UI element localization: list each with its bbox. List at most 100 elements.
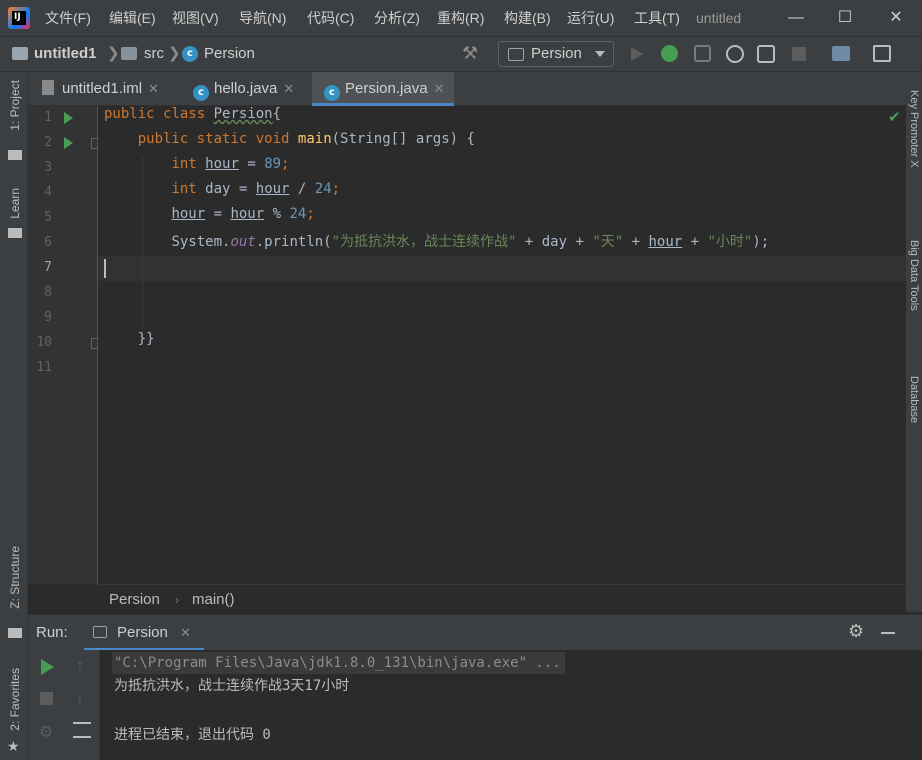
breadcrumb-class[interactable]: Persion [109, 585, 160, 615]
java-class-icon: c [182, 46, 198, 62]
menu-tools[interactable]: 工具(T) [634, 0, 680, 36]
run-config-icon [508, 48, 524, 61]
tool-window-database[interactable]: Database [908, 376, 920, 423]
run-panel-label: Run: [36, 624, 68, 641]
menu-file[interactable]: 文件(F) [45, 0, 91, 36]
menu-analyze[interactable]: 分析(Z) [374, 0, 420, 36]
breadcrumb-file[interactable]: Persion [204, 37, 255, 71]
gear-icon[interactable]: ⚙ [848, 621, 864, 642]
run-panel-toolbar: ↑ ↓ ⚙ [28, 650, 100, 760]
line-number: 8 [44, 285, 52, 300]
inspection-ok-check-icon[interactable]: ✔ [888, 108, 901, 126]
debug-bug-icon[interactable] [661, 45, 678, 62]
line-number: 4 [44, 185, 52, 200]
left-tool-stripe: 1: Project Learn Z: Structure 2: Favorit… [0, 72, 28, 760]
run-config-icon [93, 626, 107, 638]
tab-label: hello.java [214, 80, 278, 97]
stop-icon[interactable] [40, 692, 53, 705]
line-number: 2 [44, 135, 52, 150]
rerun-icon[interactable] [41, 659, 54, 675]
tab-hello-java[interactable]: c hello.java ✕ [193, 72, 300, 106]
chevron-right-icon: ❯ [168, 45, 181, 62]
run-class-gutter-icon[interactable] [64, 112, 73, 124]
intellij-logo-icon[interactable]: IJ [8, 7, 30, 29]
project-folder-icon [12, 47, 28, 60]
run-main-gutter-icon[interactable] [64, 137, 73, 149]
terminal-icon[interactable] [873, 45, 891, 62]
chevron-right-icon: › [175, 593, 179, 607]
run-icon[interactable] [631, 47, 643, 61]
tool-window-favorites[interactable]: 2: Favorites [8, 668, 22, 731]
text-caret [104, 259, 106, 278]
stop-icon[interactable] [792, 47, 806, 61]
menu-build[interactable]: 构建(B) [504, 0, 551, 36]
breadcrumb-project[interactable]: untitled1 [34, 37, 97, 71]
right-tool-stripe: Key Promoter X Big Data Tools Database [906, 72, 922, 612]
profile-icon[interactable] [726, 45, 744, 63]
tool-window-learn[interactable]: Learn [8, 188, 22, 219]
project-structure-icon[interactable] [832, 46, 850, 61]
run-tests-icon[interactable] [757, 45, 775, 63]
star-icon: ★ [7, 738, 20, 754]
line-number: 9 [44, 310, 52, 325]
line-number: 6 [44, 235, 52, 250]
breadcrumb-method[interactable]: main() [192, 585, 235, 615]
run-panel-header: Run: Persion ✕ ⚙ [28, 614, 922, 651]
menu-refactor[interactable]: 重构(R) [437, 0, 484, 36]
arrow-up-icon[interactable]: ↑ [76, 658, 84, 676]
line-number: 11 [36, 360, 52, 375]
close-tab-icon[interactable]: ✕ [283, 81, 294, 96]
window-title: untitled [696, 10, 742, 26]
line-number: 10 [36, 335, 52, 350]
editor-breadcrumbs: Persion › main() [98, 584, 906, 614]
line-number: 3 [44, 160, 52, 175]
menu-view[interactable]: 视图(V) [172, 0, 219, 36]
console-exit-line: 进程已结束，退出代码 0 [114, 727, 271, 743]
title-bar: IJ 文件(F) 编辑(E) 视图(V) 导航(N) 代码(C) 分析(Z) 重… [0, 0, 922, 36]
java-class-icon: c [193, 85, 209, 101]
menu-edit[interactable]: 编辑(E) [109, 0, 156, 36]
settings-icon[interactable]: ⚙ [39, 722, 53, 742]
line-number: 5 [44, 210, 52, 225]
tool-window-key-promoter[interactable]: Key Promoter X [908, 90, 920, 168]
close-tab-icon[interactable]: ✕ [434, 81, 445, 96]
minimize-button[interactable]: — [772, 0, 820, 36]
java-class-icon: c [324, 85, 340, 101]
soft-wrap-icon[interactable] [73, 722, 91, 738]
menu-run[interactable]: 运行(U) [567, 0, 614, 36]
tab-label: Persion.java [345, 80, 428, 97]
close-button[interactable]: ✕ [872, 0, 920, 36]
build-hammer-icon[interactable]: ⚒ [462, 43, 478, 64]
console-output[interactable]: "C:\Program Files\Java\jdk1.8.0_131\bin\… [100, 650, 922, 760]
tab-untitled1-iml[interactable]: untitled1.iml ✕ [42, 72, 165, 106]
close-tab-icon[interactable]: ✕ [148, 81, 159, 96]
folder-icon [8, 150, 22, 160]
hide-panel-icon[interactable] [881, 632, 895, 634]
menu-navigate[interactable]: 导航(N) [239, 0, 286, 36]
tab-label: untitled1.iml [62, 80, 143, 97]
run-config-label: Persion [531, 45, 582, 62]
run-tab-persion[interactable]: Persion ✕ [84, 615, 204, 651]
line-number-current: 7 [44, 260, 52, 275]
run-configuration-select[interactable]: Persion [498, 41, 614, 67]
chevron-right-icon: ❯ [107, 45, 120, 62]
console-command-line[interactable]: "C:\Program Files\Java\jdk1.8.0_131\bin\… [112, 652, 565, 674]
editor-gutter: 1 2 3 4 5 6 7 8 9 10 11 [28, 106, 102, 584]
graduation-cap-icon [8, 228, 22, 238]
chevron-down-icon [595, 51, 605, 57]
tab-persion-java[interactable]: c Persion.java ✕ [312, 72, 455, 106]
coverage-icon[interactable] [694, 45, 711, 62]
structure-icon [8, 628, 22, 638]
close-tab-icon[interactable]: ✕ [180, 615, 191, 651]
menu-code[interactable]: 代码(C) [307, 0, 354, 36]
arrow-down-icon[interactable]: ↓ [76, 690, 84, 708]
maximize-button[interactable]: ☐ [821, 0, 869, 36]
tool-window-project[interactable]: 1: Project [8, 80, 22, 131]
console-output-line: 为抵抗洪水，战士连续作战3天17小时 [114, 678, 350, 694]
line-number: 1 [44, 110, 52, 125]
editor-tabs: untitled1.iml ✕ c hello.java ✕ c Persion.jav… [28, 72, 906, 106]
tool-window-big-data[interactable]: Big Data Tools [908, 240, 920, 311]
tool-window-structure[interactable]: Z: Structure [8, 546, 22, 609]
module-file-icon [42, 80, 54, 95]
breadcrumb-folder[interactable]: src [144, 37, 164, 71]
